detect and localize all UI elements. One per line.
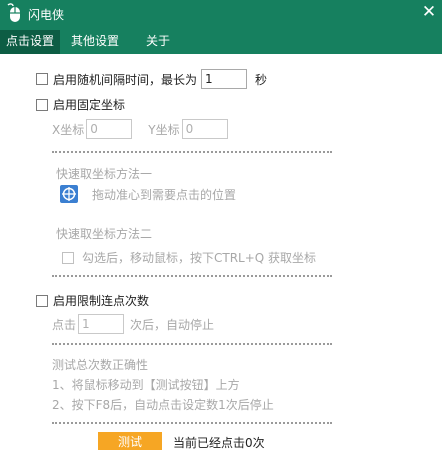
tab-click-settings[interactable]: 点击设置 <box>0 30 60 54</box>
app-mouse-icon <box>7 3 20 22</box>
separator <box>52 151 332 153</box>
test-button[interactable]: 测试 <box>98 432 162 450</box>
method2-checkbox[interactable] <box>62 251 74 264</box>
click-count-input[interactable]: 1 <box>78 314 125 334</box>
separator <box>52 275 332 277</box>
click-status-text: 当前已经点击0次 <box>173 435 265 450</box>
method2-title: 快速取坐标方法二 <box>56 227 153 241</box>
method1-title-row: 快速取坐标方法一 <box>56 165 152 182</box>
fixed-coords-label[interactable]: 启用固定坐标 <box>53 96 125 113</box>
click-count-suffix: 次后，自动停止 <box>130 317 215 332</box>
x-coord-input[interactable]: 0 <box>86 119 133 139</box>
click-count-prefix: 点击 <box>52 317 77 332</box>
tab-about[interactable]: 关于 <box>138 30 178 54</box>
tab-bar: 点击设置 其他设置 关于 <box>0 30 442 54</box>
method2-label[interactable]: 勾选后，移动鼠标，按下CTRL+Q 获取坐标 <box>82 249 316 266</box>
test-step1-row: 1、将鼠标移动到【测试按钮】上方 <box>52 376 240 393</box>
crosshair-target-icon[interactable] <box>60 185 78 203</box>
limit-clicks-label[interactable]: 启用限制连点次数 <box>53 292 149 309</box>
random-interval-row: 启用随机间隔时间，最长为 1 秒 <box>36 69 267 89</box>
limit-clicks-row: 启用限制连点次数 <box>36 292 149 309</box>
max-interval-input[interactable]: 1 <box>201 69 248 89</box>
title-bar: 闪电侠 ✕ <box>0 0 442 30</box>
method1-title: 快速取坐标方法一 <box>56 167 153 181</box>
test-step1: 1、将鼠标移动到【测试按钮】上方 <box>52 378 240 392</box>
x-coord-label: X坐标 <box>52 122 85 137</box>
test-title-row: 测试总次数正确性 <box>52 356 148 373</box>
click-settings-panel: 启用随机间隔时间，最长为 1 秒 启用固定坐标 X坐标 0 Y坐标 0 快速取坐… <box>0 54 442 450</box>
separator <box>52 422 332 424</box>
method1-hint: 拖动准心到需要点击的位置 <box>92 187 237 202</box>
separator <box>52 343 332 345</box>
random-interval-checkbox[interactable] <box>36 73 48 85</box>
click-count-row: 点击 1 次后，自动停止 <box>52 314 214 334</box>
seconds-unit-label: 秒 <box>255 72 268 87</box>
test-title: 测试总次数正确性 <box>52 358 149 372</box>
test-step2-row: 2、按下F8后，自动点击设定数1次后停止 <box>52 396 274 413</box>
random-interval-label[interactable]: 启用随机间隔时间，最长为 <box>53 71 197 88</box>
coords-input-row: X坐标 0 Y坐标 0 <box>52 119 228 139</box>
y-coord-label: Y坐标 <box>148 122 180 137</box>
test-action-row: 测试 当前已经点击0次 <box>98 432 265 450</box>
fixed-coords-row: 启用固定坐标 <box>36 96 125 113</box>
limit-clicks-checkbox[interactable] <box>36 294 48 307</box>
test-step2: 2、按下F8后，自动点击设定数1次后停止 <box>52 398 274 412</box>
app-title: 闪电侠 <box>28 8 65 22</box>
crosshair-row: 拖动准心到需要点击的位置 <box>60 185 236 203</box>
close-icon[interactable]: ✕ <box>420 3 438 21</box>
method2-title-row: 快速取坐标方法二 <box>56 225 152 242</box>
fixed-coords-checkbox[interactable] <box>36 98 48 111</box>
method2-option-row: 勾选后，移动鼠标，按下CTRL+Q 获取坐标 <box>62 249 316 266</box>
y-coord-input[interactable]: 0 <box>181 119 228 139</box>
tab-other-settings[interactable]: 其他设置 <box>60 30 130 54</box>
